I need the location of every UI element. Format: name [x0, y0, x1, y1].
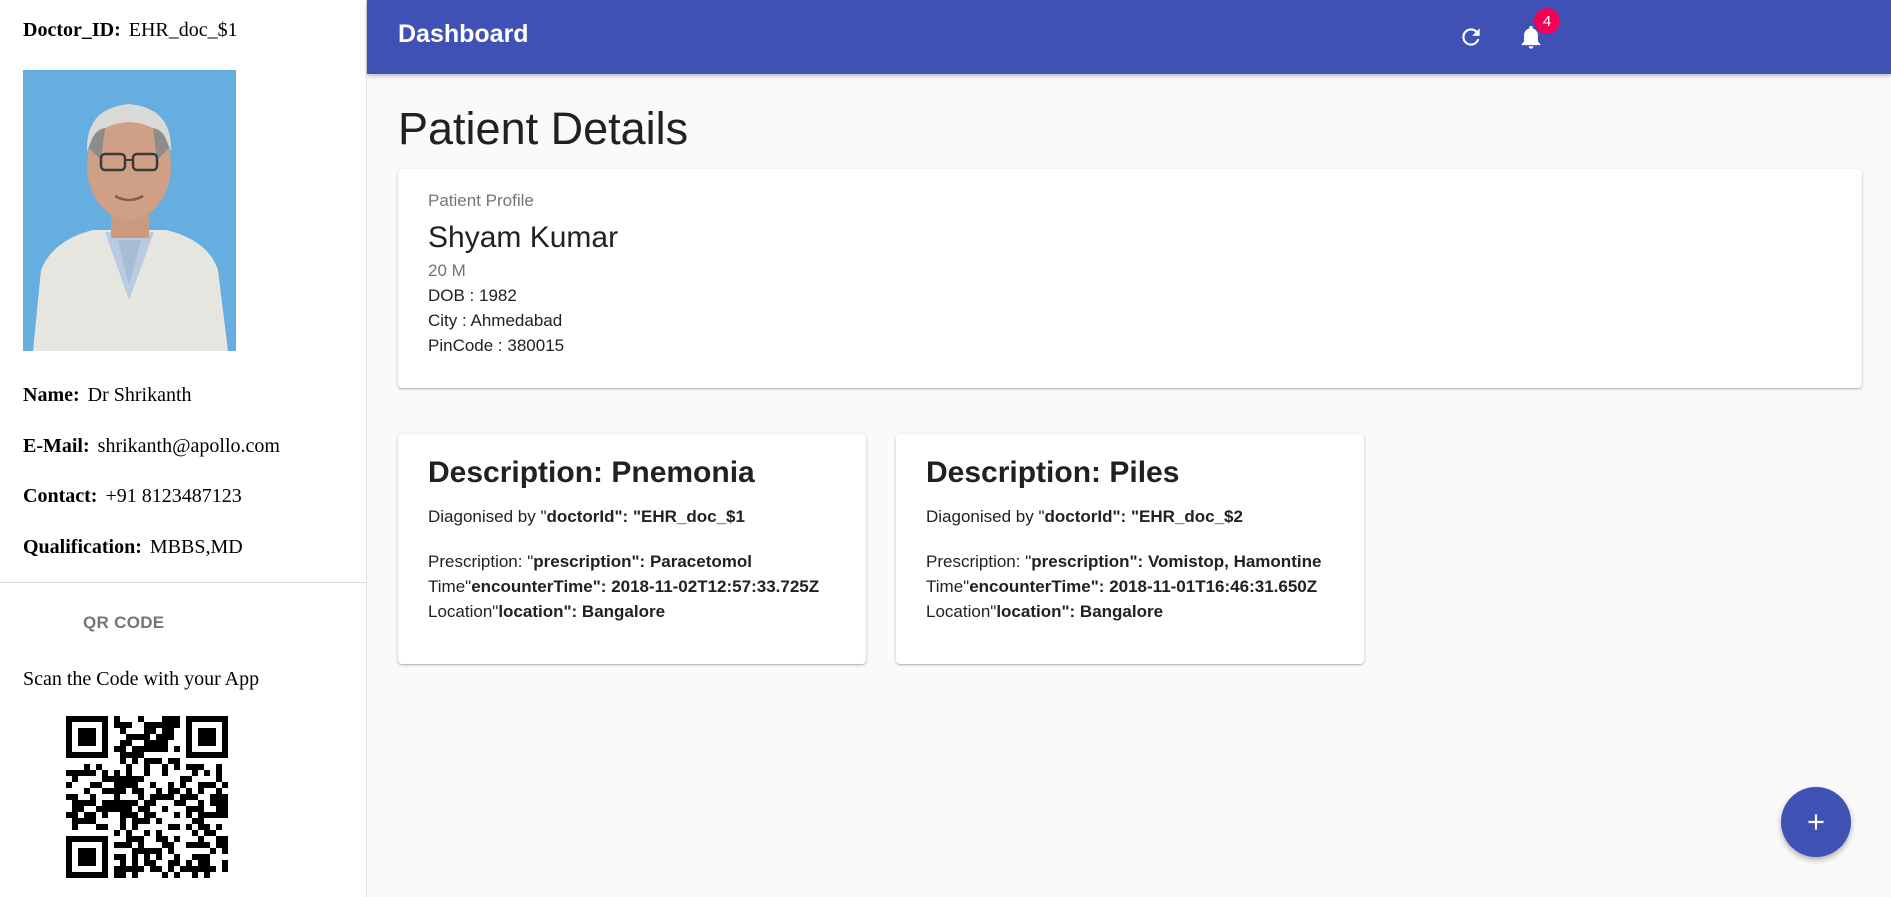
doctor-id-label: Doctor_ID: [23, 19, 121, 41]
patient-name: Shyam Kumar [428, 221, 619, 254]
doctor-email-row: E-Mail: shrikanth@apollo.com [23, 435, 280, 458]
doctor-qualification-label: Qualification: [23, 536, 142, 558]
record-card: Description: Pnemonia Diagonised by "doc… [398, 434, 866, 664]
doctor-id-row: Doctor_ID: EHR_doc_$1 [23, 19, 238, 42]
record-location: Location"location": Bangalore [926, 602, 1164, 621]
doctor-qualification-row: Qualification: MBBS,MD [23, 536, 243, 559]
record-location: Location"location": Bangalore [428, 602, 666, 621]
doctor-portrait-image [23, 70, 236, 351]
page-title: Patient Details [398, 103, 689, 154]
record-encounter-time: Time"encounterTime": 2018-11-02T12:57:33… [428, 577, 820, 596]
record-prescription: Prescription: "prescription": Paracetomo… [428, 552, 752, 571]
doctor-qualification-value: MBBS,MD [149, 536, 243, 558]
qr-code-tab[interactable]: QR CODE [83, 613, 164, 633]
doctor-name-row: Name: Dr Shrikanth [23, 384, 192, 407]
doctor-name-value: Dr Shrikanth [87, 384, 192, 406]
record-prescription: Prescription: "prescription": Vomistop, … [926, 552, 1322, 571]
refresh-button[interactable] [1448, 14, 1494, 60]
patient-dob: DOB : 1982 [428, 286, 517, 305]
qr-code-image [66, 716, 228, 878]
patient-city: City : Ahmedabad [428, 311, 563, 330]
patient-profile-label: Patient Profile [428, 191, 534, 210]
refresh-icon [1462, 28, 1480, 46]
record-title: Description: Pnemonia [428, 456, 755, 489]
doctor-name-label: Name: [23, 384, 80, 406]
notifications-button[interactable]: 4 [1508, 8, 1560, 60]
record-diagnosed-by: Diagonised by "doctorId": "EHR_doc_$1 [428, 507, 745, 526]
record-card: Description: Piles Diagonised by "doctor… [896, 434, 1364, 664]
patient-pincode: PinCode : 380015 [428, 336, 565, 355]
doctor-contact-value: +91 8123487123 [105, 485, 242, 507]
doctor-email-value: shrikanth@apollo.com [97, 435, 280, 457]
qr-instruction: Scan the Code with your App [23, 668, 260, 690]
record-encounter-time: Time"encounterTime": 2018-11-01T16:46:31… [926, 577, 1318, 596]
doctor-contact-label: Contact: [23, 485, 98, 507]
app-title: Dashboard [398, 20, 529, 48]
app-bar: Dashboard 4 [367, 0, 1891, 74]
doctor-id-value: EHR_doc_$1 [128, 19, 238, 41]
patient-profile-card: Patient Profile Shyam Kumar 20 M DOB : 1… [398, 169, 1862, 388]
add-record-button[interactable] [1781, 787, 1851, 857]
record-title: Description: Piles [926, 456, 1180, 489]
doctor-photo [23, 70, 236, 351]
record-diagnosed-by: Diagonised by "doctorId": "EHR_doc_$2 [926, 507, 1243, 526]
doctor-contact-row: Contact: +91 8123487123 [23, 485, 242, 508]
patient-age-sex: 20 M [428, 261, 466, 280]
notification-badge: 4 [1534, 8, 1560, 34]
doctor-email-label: E-Mail: [23, 435, 90, 457]
doctor-sidebar: Doctor_ID: EHR_doc_$1 Name: Dr Shrikanth… [0, 0, 367, 897]
sidebar-divider [0, 582, 367, 583]
plus-icon [1808, 814, 1824, 830]
